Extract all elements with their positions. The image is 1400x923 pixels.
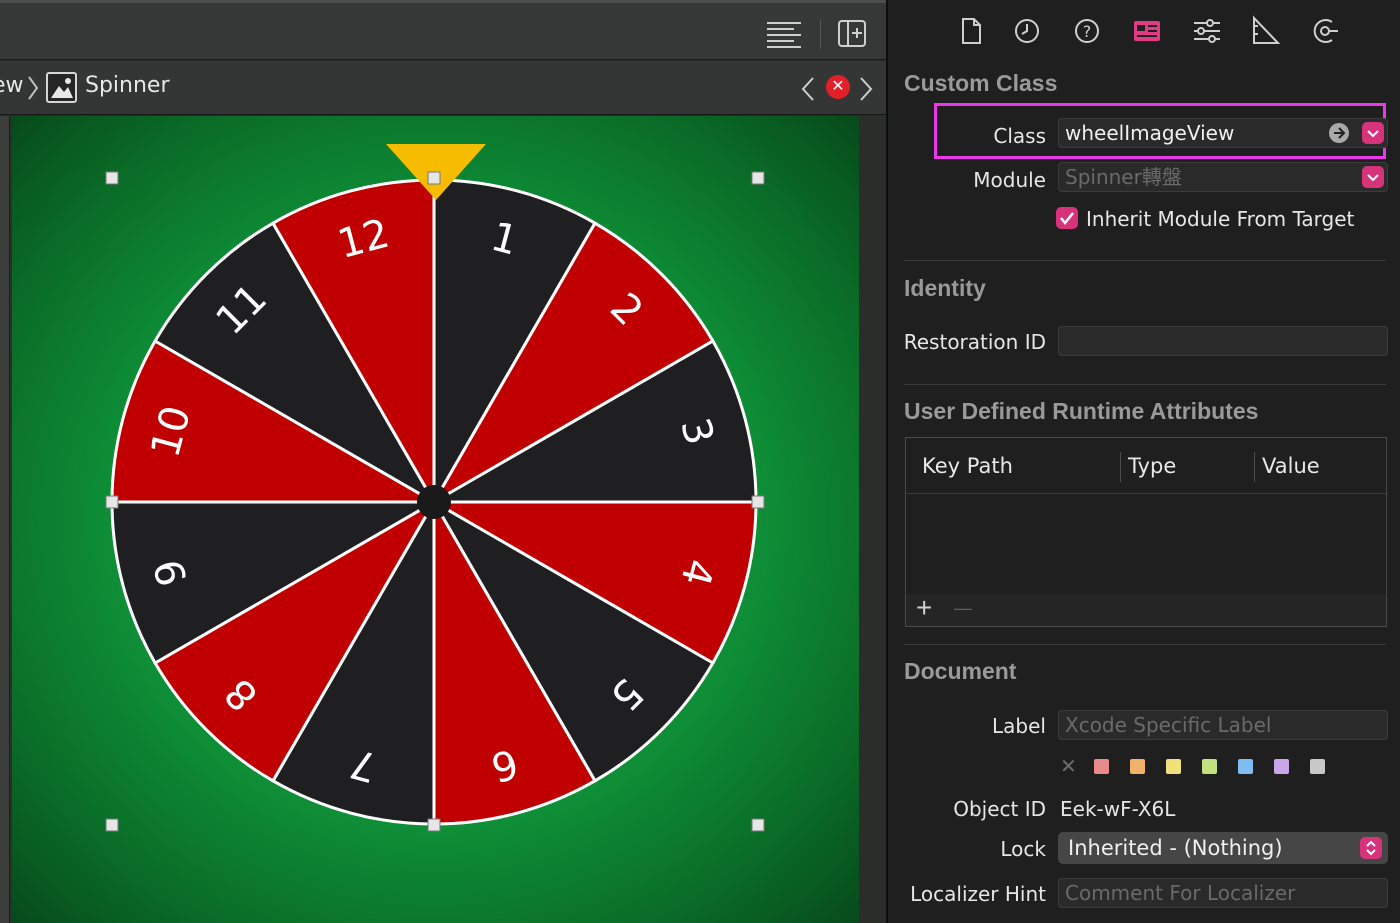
module-label: Module — [973, 168, 1046, 192]
label-color-swatch[interactable] — [1094, 759, 1109, 774]
chevron-left-icon[interactable] — [800, 76, 816, 102]
canvas-right-margin — [859, 116, 886, 923]
add-editor-icon[interactable] — [836, 17, 868, 49]
clear-label-color-icon[interactable]: ✕ — [1060, 754, 1077, 779]
label-color-swatch[interactable] — [1166, 759, 1181, 774]
label-color-swatch[interactable] — [1202, 759, 1217, 774]
label-color-swatch[interactable] — [1130, 759, 1145, 774]
history-clock-icon[interactable] — [1010, 14, 1044, 48]
resize-handle[interactable] — [105, 495, 119, 509]
wheel-image-view[interactable]: 123456789101112 — [90, 140, 780, 840]
resize-handle[interactable] — [751, 171, 765, 185]
identity-inspector: ? Custom Class Class wheelImageView Modu… — [886, 0, 1400, 923]
breadcrumb-parent[interactable]: ew — [0, 73, 24, 98]
chevron-right-nav-icon[interactable] — [858, 76, 874, 102]
canvas-left-edge — [0, 116, 10, 923]
column-key-path[interactable]: Key Path — [922, 454, 1013, 478]
resize-handle[interactable] — [751, 495, 765, 509]
resize-handle[interactable] — [427, 818, 441, 832]
go-arrow-icon[interactable] — [1329, 123, 1349, 143]
udra-table-footer: + — — [906, 592, 1386, 626]
add-attribute-button[interactable]: + — [916, 592, 932, 624]
restoration-id-input[interactable] — [1058, 326, 1388, 356]
label-color-swatch[interactable] — [1274, 759, 1289, 774]
restoration-id-label: Restoration ID — [903, 330, 1046, 354]
resize-handle[interactable] — [427, 171, 441, 185]
wheel-hub — [417, 485, 451, 519]
inspector-tabs: ? — [888, 0, 1400, 62]
section-divider — [904, 644, 1386, 645]
document-label-input[interactable]: Xcode Specific Label — [1058, 710, 1388, 740]
lock-label: Lock — [1000, 837, 1046, 861]
column-type[interactable]: Type — [1128, 454, 1176, 478]
align-lines-icon[interactable] — [764, 17, 802, 49]
label-color-swatch[interactable] — [1310, 759, 1325, 774]
error-badge[interactable]: ✕ — [826, 75, 850, 99]
module-dropdown-icon[interactable] — [1362, 166, 1384, 188]
class-dropdown-icon[interactable] — [1362, 122, 1384, 144]
column-separator — [1120, 452, 1121, 482]
inherit-module-label: Inherit Module From Target — [1086, 207, 1355, 231]
size-ruler-icon[interactable] — [1248, 14, 1282, 48]
label-color-swatch[interactable] — [1238, 759, 1253, 774]
identity-title: Identity — [904, 275, 986, 301]
class-label: Class — [993, 124, 1046, 148]
svg-text:?: ? — [1083, 22, 1092, 41]
object-id-value: Eek-wF-X6L — [1060, 797, 1176, 821]
breadcrumb-current[interactable]: Spinner — [85, 73, 170, 98]
udra-table-header: Key Path Type Value — [906, 438, 1386, 494]
custom-class-title: Custom Class — [904, 70, 1058, 96]
resize-handle[interactable] — [105, 818, 119, 832]
object-id-label: Object ID — [953, 797, 1046, 821]
remove-attribute-button[interactable]: — — [954, 598, 972, 619]
resize-handle[interactable] — [105, 171, 119, 185]
canvas-editor: ew Spinner ✕ 123456789101112 — [0, 0, 886, 923]
identity-inspector-icon[interactable] — [1130, 14, 1164, 48]
editor-toolbar — [0, 0, 886, 60]
localizer-hint-input[interactable]: Comment For Localizer — [1058, 878, 1388, 908]
toolbar-divider — [820, 19, 821, 49]
inherit-module-checkbox[interactable] — [1056, 207, 1078, 229]
column-value[interactable]: Value — [1262, 454, 1320, 478]
connections-icon[interactable] — [1308, 14, 1342, 48]
lock-select[interactable]: Inherited - (Nothing) — [1058, 832, 1388, 864]
updown-chevron-icon[interactable] — [1360, 837, 1382, 859]
jump-bar: ew Spinner — [0, 61, 886, 115]
column-separator — [1254, 452, 1255, 482]
attributes-sliders-icon[interactable] — [1190, 14, 1224, 48]
help-icon[interactable]: ? — [1070, 14, 1104, 48]
file-icon[interactable] — [954, 14, 988, 48]
udra-title: User Defined Runtime Attributes — [904, 398, 1259, 424]
localizer-hint-label: Localizer Hint — [910, 882, 1046, 906]
resize-handle[interactable] — [751, 818, 765, 832]
module-input[interactable]: Spinner轉盤 — [1058, 162, 1388, 192]
section-divider — [904, 260, 1386, 261]
section-divider — [904, 384, 1386, 385]
document-label-label: Label — [992, 714, 1046, 738]
document-title: Document — [904, 658, 1017, 684]
udra-table[interactable]: Key Path Type Value + — — [905, 437, 1387, 627]
chevron-right-icon — [26, 75, 40, 101]
image-view-icon — [46, 72, 77, 103]
